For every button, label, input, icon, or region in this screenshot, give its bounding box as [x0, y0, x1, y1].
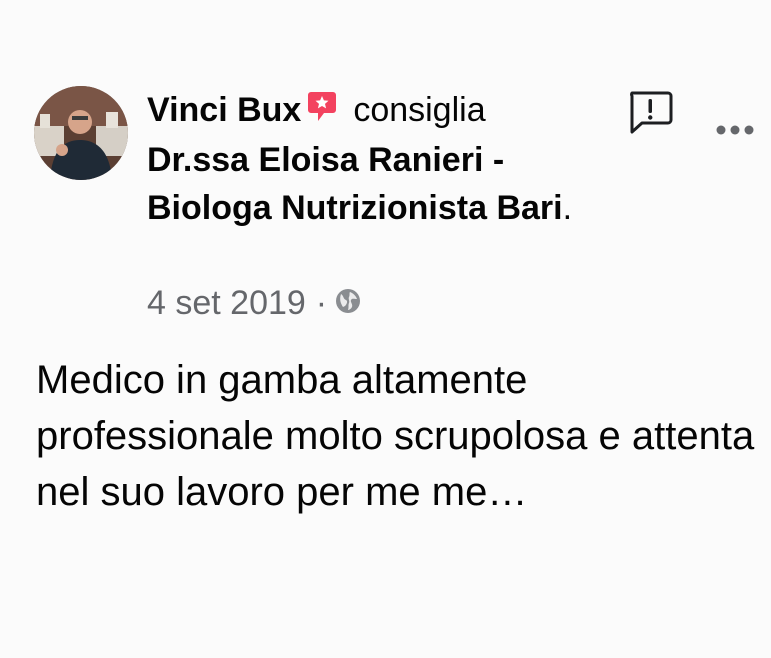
more-options-icon[interactable]	[715, 122, 755, 138]
page-name-suffix: .	[562, 189, 573, 227]
page-name-link[interactable]: Dr.ssa Eloisa Ranieri - Biologa Nutrizio…	[147, 141, 563, 227]
review-text[interactable]: Medico in gamba altamente professionale …	[36, 352, 766, 520]
meta-separator: ·	[315, 284, 328, 322]
avatar[interactable]	[34, 86, 128, 180]
recommend-badge-icon	[307, 88, 337, 136]
report-icon[interactable]	[626, 90, 674, 136]
post-meta: 4 set 2019 ·	[147, 283, 361, 323]
author-name[interactable]: Vinci Bux	[147, 91, 301, 129]
post-header: Vinci Bux consiglia Dr.ssa Eloisa Ranier…	[147, 86, 587, 232]
recommend-verb: consiglia	[353, 91, 486, 129]
post-date[interactable]: 4 set 2019	[147, 283, 306, 323]
globe-icon	[335, 283, 361, 323]
